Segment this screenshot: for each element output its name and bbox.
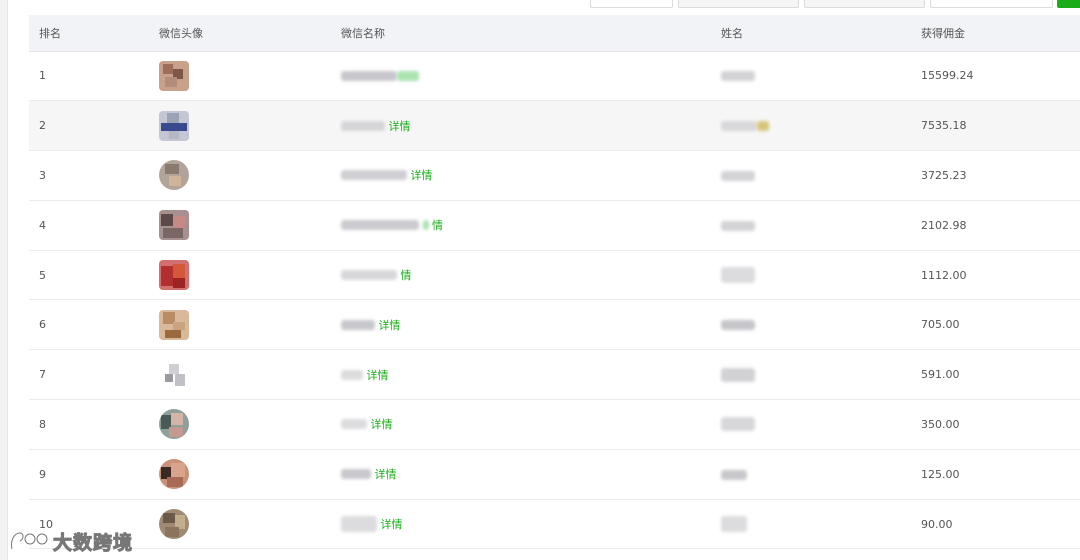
date-start-input[interactable] bbox=[678, 0, 799, 8]
detail-link[interactable]: 情 bbox=[432, 219, 443, 232]
wechat-name-redacted bbox=[341, 220, 419, 231]
rank-cell: 9 bbox=[29, 449, 159, 500]
watermark: 大数跨境 bbox=[8, 526, 133, 556]
detail-link[interactable]: 详情 bbox=[371, 418, 393, 431]
detail-link[interactable]: 详情 bbox=[411, 169, 433, 182]
wechat-name-redacted bbox=[341, 270, 397, 281]
rank-cell: 5 bbox=[29, 250, 159, 301]
rank-cell: 8 bbox=[29, 399, 159, 450]
detail-link[interactable]: 详情 bbox=[379, 319, 401, 332]
wechat-name-redacted bbox=[341, 71, 397, 82]
keyword-search-input[interactable] bbox=[930, 0, 1053, 8]
commission-cell: 591.00 bbox=[921, 349, 1080, 401]
wechat-name-redacted bbox=[341, 369, 363, 380]
wechat-name-redacted bbox=[341, 516, 377, 533]
commission-cell: 350.00 bbox=[921, 399, 1080, 450]
rank-cell: 4 bbox=[29, 200, 159, 251]
real-name-redacted bbox=[721, 71, 755, 82]
detail-link[interactable]: 详情 bbox=[367, 369, 389, 382]
commission-cell: 2102.98 bbox=[921, 200, 1080, 251]
table-row: 4 情 2102.98 bbox=[29, 200, 1080, 251]
commission-cell: 15599.24 bbox=[921, 51, 1080, 102]
rank-cell: 2 bbox=[29, 100, 159, 152]
commission-cell: 90.00 bbox=[921, 499, 1080, 550]
wechat-name-redacted bbox=[341, 120, 385, 131]
real-name-redacted bbox=[721, 320, 755, 331]
avatar bbox=[159, 459, 189, 490]
avatar bbox=[159, 359, 189, 390]
real-name-redacted bbox=[721, 367, 755, 382]
header-commission: 获得佣金 bbox=[921, 15, 1080, 52]
wechat-name-redacted bbox=[341, 319, 375, 330]
real-name-redacted bbox=[721, 220, 755, 231]
table-header-row: 排名 微信头像 微信名称 姓名 获得佣金 bbox=[29, 15, 1080, 52]
avatar bbox=[159, 260, 189, 291]
avatar bbox=[159, 210, 189, 241]
wechat-name-redacted bbox=[341, 419, 367, 430]
table-row: 5 情 1112.00 bbox=[29, 250, 1080, 301]
real-name-redacted bbox=[721, 267, 755, 284]
watermark-text: 大数跨境 bbox=[52, 531, 134, 554]
avatar bbox=[159, 60, 189, 91]
avatar bbox=[159, 110, 189, 141]
wechat-name-redacted bbox=[341, 469, 371, 480]
date-end-input[interactable] bbox=[804, 0, 925, 8]
table-row: 2 详情 7535.18 bbox=[29, 100, 1080, 152]
search-button[interactable] bbox=[1057, 0, 1080, 8]
detail-link[interactable]: 详情 bbox=[381, 518, 403, 531]
filter-bar bbox=[0, 0, 1080, 12]
detail-link[interactable]: 情 bbox=[401, 269, 412, 282]
header-real-name: 姓名 bbox=[721, 15, 921, 52]
commission-cell: 7535.18 bbox=[921, 100, 1080, 152]
table-row: 9 详情 125.00 bbox=[29, 449, 1080, 500]
rank-cell: 1 bbox=[29, 51, 159, 102]
real-name-redacted bbox=[721, 417, 755, 432]
real-name-redacted bbox=[721, 516, 747, 533]
rank-cell: 3 bbox=[29, 150, 159, 201]
commission-cell: 3725.23 bbox=[921, 150, 1080, 201]
table-row: 7 详情 591.00 bbox=[29, 349, 1080, 401]
rank-cell: 6 bbox=[29, 299, 159, 351]
wechat-name-redacted bbox=[341, 170, 407, 181]
commission-ranking-table: 排名 微信头像 微信名称 姓名 获得佣金 1 15599.24 2 详情 753… bbox=[29, 15, 1080, 550]
avatar bbox=[159, 509, 189, 540]
detail-link[interactable]: 详情 bbox=[389, 120, 411, 133]
header-wechat-name: 微信名称 bbox=[341, 15, 721, 52]
table-row: 8 详情 350.00 bbox=[29, 399, 1080, 450]
table-row: 1 15599.24 bbox=[29, 51, 1080, 102]
avatar bbox=[159, 309, 189, 340]
commission-cell: 705.00 bbox=[921, 299, 1080, 351]
watermark-logo-icon bbox=[8, 529, 50, 553]
table-row: 3 详情 3725.23 bbox=[29, 150, 1080, 201]
commission-cell: 125.00 bbox=[921, 449, 1080, 500]
header-avatar: 微信头像 bbox=[159, 15, 341, 52]
real-name-redacted bbox=[721, 121, 757, 132]
rank-cell: 7 bbox=[29, 349, 159, 401]
avatar bbox=[159, 409, 189, 440]
table-row: 6 详情 705.00 bbox=[29, 299, 1080, 351]
table-row: 10 详情 90.00 bbox=[29, 499, 1080, 550]
detail-link[interactable]: 详情 bbox=[375, 468, 397, 481]
avatar bbox=[159, 160, 189, 191]
left-sidebar-edge bbox=[0, 0, 8, 560]
commission-cell: 1112.00 bbox=[921, 250, 1080, 301]
real-name-redacted bbox=[721, 170, 755, 181]
real-name-redacted bbox=[721, 469, 747, 480]
header-rank: 排名 bbox=[29, 15, 159, 52]
filter-select[interactable] bbox=[590, 0, 673, 8]
